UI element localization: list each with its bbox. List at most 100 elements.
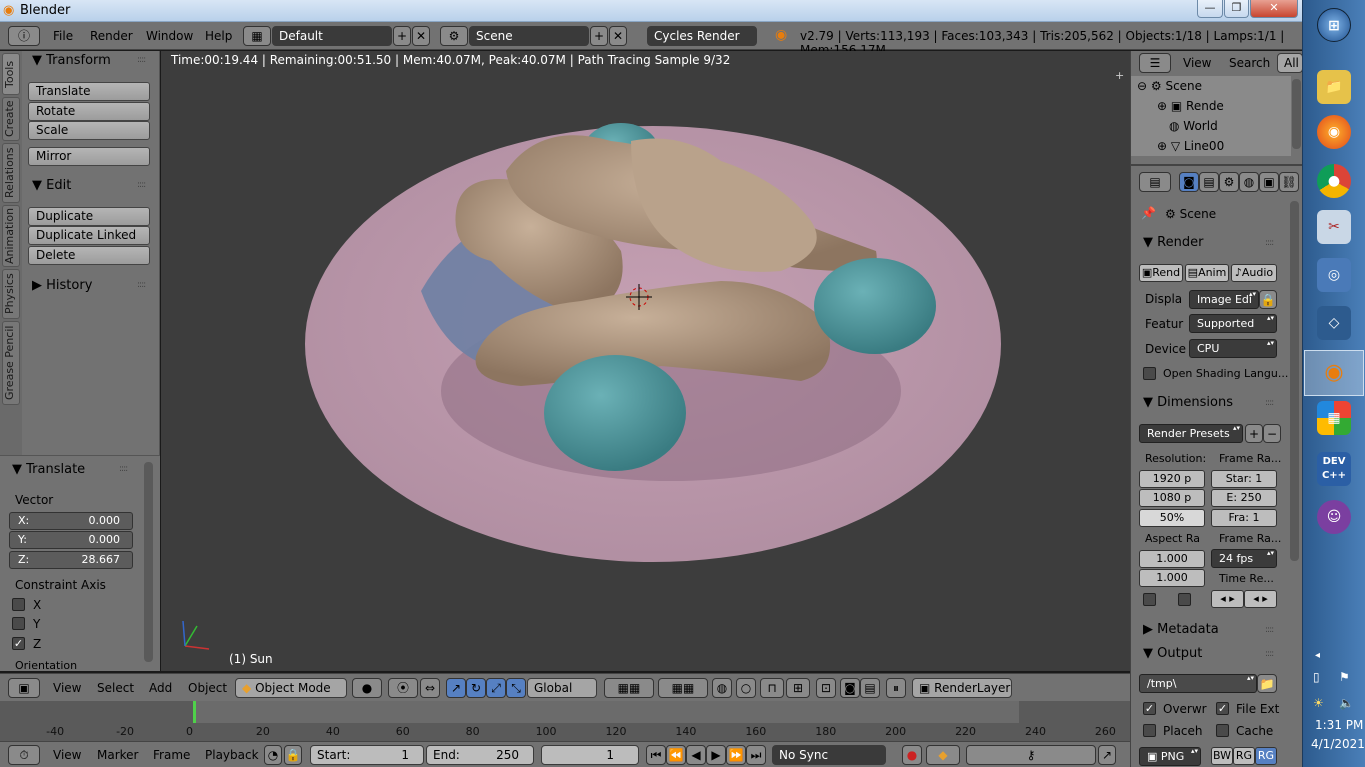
menu-marker[interactable]: Marker (97, 748, 138, 762)
preview-range-icon[interactable]: ◔ (264, 745, 282, 765)
tab-grease-pencil[interactable]: Grease Pencil (2, 321, 20, 405)
shading-icon[interactable]: ● (352, 678, 382, 698)
outliner-display-dropdown[interactable]: All (1277, 53, 1303, 73)
current-frame-line[interactable] (193, 701, 196, 723)
menu-search[interactable]: Search (1229, 56, 1270, 70)
layers-tab-icon[interactable]: ▤ (1199, 172, 1219, 192)
outliner-item-scene[interactable]: ⊖ ⚙ Scene (1137, 79, 1202, 93)
scale-button[interactable]: Scale (28, 121, 150, 140)
constraints-tab-icon[interactable]: ⛓ (1279, 172, 1299, 192)
tray-flag-icon[interactable]: ⚑ (1339, 670, 1350, 684)
screen-layout-icon[interactable]: ▦ (243, 26, 271, 46)
panel-grip-icon[interactable]: :::: (137, 180, 146, 190)
lock-icon[interactable]: 🔒 (284, 745, 302, 765)
snap-icon[interactable]: ○ (736, 678, 756, 698)
resolution-percent-field[interactable]: 50% (1139, 509, 1205, 527)
operator-scrollbar[interactable] (144, 462, 153, 662)
menu-help[interactable]: Help (205, 29, 232, 43)
github-desktop-icon[interactable]: ☺ (1317, 500, 1351, 534)
operator-panel-header[interactable]: ▼ Translate (12, 462, 85, 477)
mirror-button[interactable]: Mirror (28, 147, 150, 166)
prev-keyframe-icon[interactable]: ⏪ (666, 745, 686, 765)
manipulator-icon[interactable]: ⇔ (420, 678, 440, 698)
delete-button[interactable]: Delete (28, 246, 150, 265)
color-bw-button[interactable]: BW (1211, 747, 1233, 765)
feature-set-dropdown[interactable]: Supported (1189, 314, 1277, 333)
tab-animation[interactable]: Animation (2, 205, 20, 267)
cache-checkbox[interactable] (1216, 724, 1229, 737)
jump-end-icon[interactable]: ⏭ (746, 745, 766, 765)
translate-button[interactable]: Translate (28, 82, 150, 101)
remove-scene-icon[interactable]: ✕ (609, 26, 627, 46)
unity-icon[interactable]: ◇ (1317, 306, 1351, 340)
menu-file[interactable]: File (53, 29, 73, 43)
screen-layout-field[interactable]: Default (272, 26, 392, 46)
fps-dropdown[interactable]: 24 fps (1211, 549, 1277, 568)
display-dropdown[interactable]: Image Edi (1189, 290, 1259, 309)
lock-interface-icon[interactable]: 🔒 (1259, 290, 1277, 309)
tray-chevron-icon[interactable]: ◂ (1315, 650, 1320, 661)
outliner-editor-icon[interactable]: ☰ (1139, 53, 1171, 73)
info-editor-icon[interactable]: ⓘ (8, 26, 40, 46)
tray-device-icon[interactable]: ▯ (1313, 670, 1320, 684)
render-still-icon[interactable]: ◙ (840, 678, 860, 698)
tray-volume-icon[interactable]: 🔈 (1339, 696, 1354, 710)
placeholders-checkbox[interactable] (1143, 724, 1156, 737)
history-panel-header[interactable]: ▶ History (32, 278, 92, 293)
menu-view[interactable]: View (53, 681, 81, 695)
duplicate-linked-button[interactable]: Duplicate Linked (28, 226, 150, 245)
end-frame-field[interactable]: End: 250 (426, 745, 534, 765)
devcpp-icon[interactable]: DEV C++ (1317, 452, 1351, 486)
transform-orientation-dropdown[interactable]: Global (527, 678, 597, 698)
add-scene-icon[interactable]: + (590, 26, 608, 46)
layers-icon[interactable]: ▦▦ (604, 678, 654, 698)
keyframe-insert-icon[interactable]: ↗ (1098, 745, 1116, 765)
start-button-icon[interactable]: ⊞ (1317, 8, 1351, 42)
world-tab-icon[interactable]: ◍ (1239, 172, 1259, 192)
next-keyframe-icon[interactable]: ⏩ (726, 745, 746, 765)
menu-window[interactable]: Window (146, 29, 193, 43)
snipping-tool-icon[interactable]: ✂ (1317, 210, 1351, 244)
pause-icon[interactable]: ⏸ (886, 678, 906, 698)
maximize-button[interactable]: ❐ (1224, 0, 1249, 18)
axis-x-checkbox[interactable] (12, 598, 25, 611)
scene-field[interactable]: Scene (469, 26, 589, 46)
record-icon[interactable]: ● (902, 745, 922, 765)
current-frame-field[interactable]: 1 (541, 745, 639, 765)
border-checkbox[interactable] (1143, 593, 1156, 606)
menu-view[interactable]: View (53, 748, 81, 762)
tab-tools[interactable]: Tools (2, 53, 20, 95)
tab-physics[interactable]: Physics (2, 269, 20, 319)
outliner-scrollbar[interactable] (1292, 79, 1301, 149)
axis-y-checkbox[interactable] (12, 617, 25, 630)
firefox-icon[interactable]: ◉ (1317, 115, 1351, 149)
jump-start-icon[interactable]: ⏮ (646, 745, 666, 765)
translate-widget-icon[interactable]: ↗ (446, 678, 466, 698)
dimensions-panel-header[interactable]: ▼ Dimensions (1143, 395, 1233, 410)
clock-date[interactable]: 4/1/2021 (1311, 737, 1365, 751)
magnet-icon[interactable]: ⊓ (760, 678, 784, 698)
add-preset-icon[interactable]: + (1245, 424, 1263, 443)
crop-checkbox[interactable] (1178, 593, 1191, 606)
time-remap-new-field[interactable]: ◂ ▸ (1244, 590, 1277, 608)
panel-grip-icon[interactable]: :::: (137, 280, 146, 290)
file-explorer-icon[interactable]: 📁 (1317, 70, 1351, 104)
clock-time[interactable]: 1:31 PM (1315, 718, 1363, 732)
rotate-button[interactable]: Rotate (28, 102, 150, 121)
media-player-icon[interactable]: ◎ (1317, 258, 1351, 292)
panel-grip-icon[interactable]: :::: (119, 464, 128, 474)
aspect-y-field[interactable]: 1.000 (1139, 569, 1205, 587)
axis-z-checkbox[interactable]: ✓ (12, 637, 25, 650)
remove-screen-icon[interactable]: ✕ (412, 26, 430, 46)
play-reverse-icon[interactable]: ◀ (686, 745, 706, 765)
color-rgba-button[interactable]: RG (1255, 747, 1277, 765)
menu-select[interactable]: Select (97, 681, 134, 695)
resolution-y-field[interactable]: 1080 p (1139, 489, 1205, 507)
chrome-icon[interactable]: ● (1317, 164, 1351, 198)
file-extensions-checkbox[interactable]: ✓ (1216, 702, 1229, 715)
remove-preset-icon[interactable]: − (1263, 424, 1281, 443)
pivot-icon[interactable]: ⦿ (388, 678, 418, 698)
start-frame-field[interactable]: Start: 1 (310, 745, 424, 765)
scene-icon[interactable]: ⚙ (440, 26, 468, 46)
object-tab-icon[interactable]: ▣ (1259, 172, 1279, 192)
